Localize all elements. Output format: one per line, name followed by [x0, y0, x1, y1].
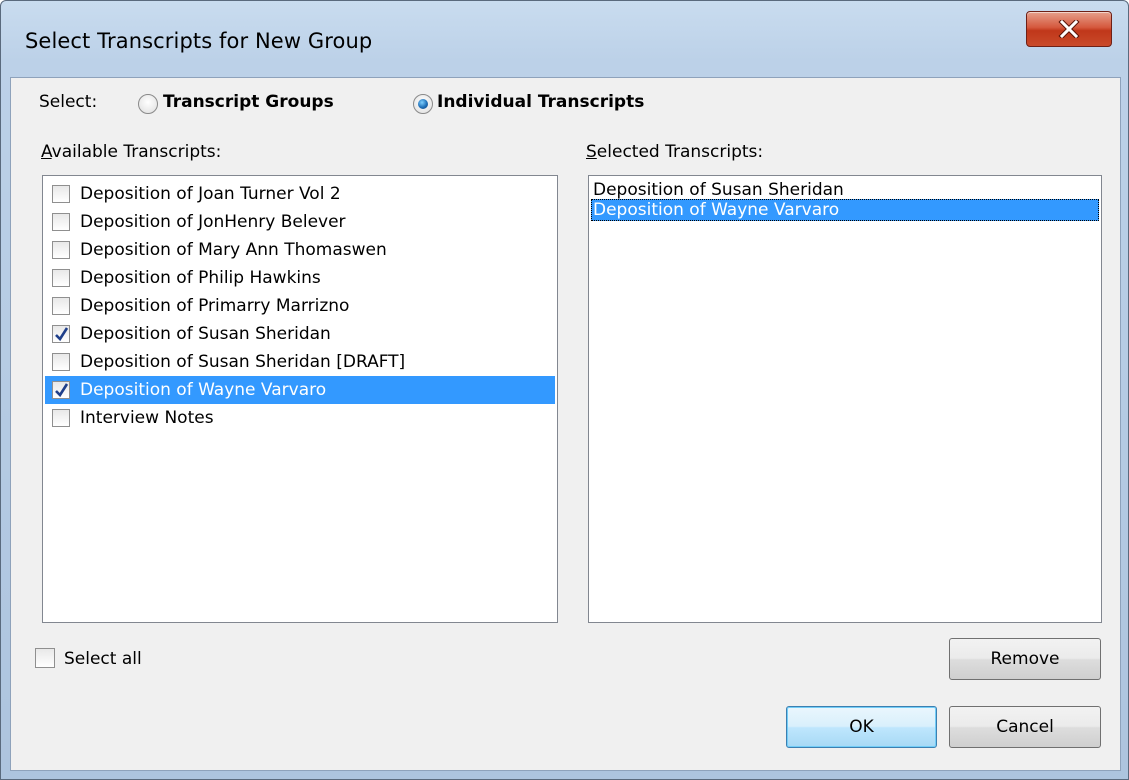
select-label: Select: [39, 92, 98, 112]
item-checkbox[interactable] [52, 241, 70, 259]
available-transcripts-label: Available Transcripts: [41, 142, 221, 162]
list-item[interactable]: Deposition of Joan Turner Vol 2 [45, 180, 555, 208]
select-all-label[interactable]: Select all [64, 649, 142, 669]
list-item-label: Deposition of JonHenry Belever [80, 212, 346, 232]
selected-label-rest: elected Transcripts: [596, 142, 764, 162]
list-item[interactable]: Deposition of Philip Hawkins [45, 264, 555, 292]
selected-list-item-highlighted[interactable]: Deposition of Wayne Varvaro [591, 199, 1099, 221]
dialog-client-area: Select: Transcript Groups Individual Tra… [10, 77, 1121, 771]
radio-transcript-groups[interactable] [138, 94, 158, 114]
radio-individual-transcripts[interactable] [413, 94, 433, 114]
ok-button[interactable]: OK [786, 706, 937, 748]
radio-transcript-groups-label[interactable]: Transcript Groups [163, 92, 334, 112]
list-item-selected[interactable]: Deposition of Wayne Varvaro [45, 376, 555, 404]
selected-transcripts-list[interactable]: Deposition of Susan Sheridan Deposition … [588, 175, 1102, 623]
item-checkbox[interactable] [52, 297, 70, 315]
list-item[interactable]: Deposition of JonHenry Belever [45, 208, 555, 236]
selected-item-label: Deposition of Susan Sheridan [593, 180, 844, 200]
list-item-label: Deposition of Susan Sheridan [DRAFT] [80, 352, 406, 372]
dialog-window: Select Transcripts for New Group Select:… [0, 0, 1129, 780]
available-label-accel: A [41, 142, 52, 162]
selected-label-accel: S [586, 142, 597, 162]
item-checkbox[interactable] [52, 353, 70, 371]
item-checkbox[interactable] [52, 213, 70, 231]
item-checkbox[interactable] [52, 269, 70, 287]
available-transcripts-list[interactable]: Deposition of Joan Turner Vol 2 Depositi… [42, 175, 558, 623]
checkmark-icon [55, 383, 69, 398]
item-checkbox[interactable] [52, 409, 70, 427]
selected-list-item[interactable]: Deposition of Susan Sheridan [591, 179, 1099, 201]
list-item[interactable]: Deposition of Susan Sheridan [DRAFT] [45, 348, 555, 376]
available-label-rest: vailable Transcripts: [51, 142, 222, 162]
item-checkbox-checked[interactable] [52, 381, 70, 399]
list-item[interactable]: Deposition of Mary Ann Thomaswen [45, 236, 555, 264]
list-item[interactable]: Interview Notes [45, 404, 555, 432]
list-item[interactable]: Deposition of Primarry Marrizno [45, 292, 555, 320]
list-item-label: Deposition of Philip Hawkins [80, 268, 321, 288]
close-icon [1058, 20, 1080, 38]
list-item-label: Interview Notes [80, 408, 214, 428]
cancel-button[interactable]: Cancel [949, 706, 1101, 748]
checkmark-icon [55, 327, 69, 342]
radio-individual-transcripts-label[interactable]: Individual Transcripts [437, 92, 644, 112]
title-bar: Select Transcripts for New Group [1, 1, 1128, 77]
list-item-label: Deposition of Joan Turner Vol 2 [80, 184, 341, 204]
close-button[interactable] [1026, 11, 1112, 47]
list-item-label: Deposition of Susan Sheridan [80, 324, 331, 344]
list-item-label: Deposition of Wayne Varvaro [80, 380, 327, 400]
window-title: Select Transcripts for New Group [25, 29, 373, 53]
list-item[interactable]: Deposition of Susan Sheridan [45, 320, 555, 348]
item-checkbox[interactable] [52, 185, 70, 203]
list-item-label: Deposition of Mary Ann Thomaswen [80, 240, 387, 260]
select-all-checkbox[interactable] [35, 648, 55, 668]
list-item-label: Deposition of Primarry Marrizno [80, 296, 350, 316]
item-checkbox-checked[interactable] [52, 325, 70, 343]
remove-button[interactable]: Remove [949, 638, 1101, 680]
selected-transcripts-label: Selected Transcripts: [586, 142, 763, 162]
selected-item-label: Deposition of Wayne Varvaro [593, 200, 840, 220]
